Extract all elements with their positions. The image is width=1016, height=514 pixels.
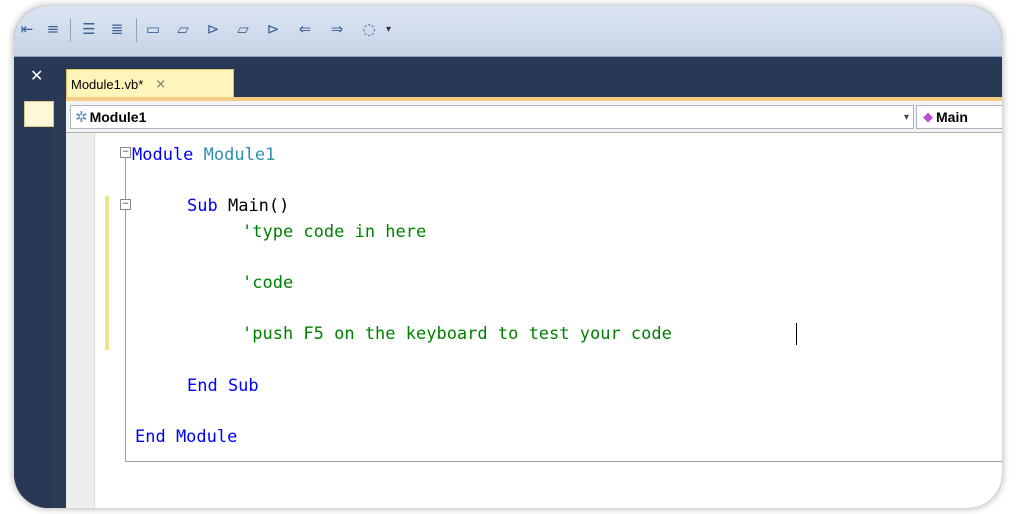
left-panel-tab[interactable]: [24, 101, 54, 127]
outdent-icon[interactable]: ⇤: [16, 18, 38, 40]
type-dropdown-label: Module1: [89, 109, 147, 125]
outline-line: [125, 461, 1002, 462]
code-line-12: End Module: [135, 427, 238, 447]
uncomment-icon[interactable]: ≣: [106, 18, 128, 40]
module-icon: ✲: [75, 108, 88, 126]
comment-icon[interactable]: ☰: [78, 18, 100, 40]
navigation-bar: ✲ Module1 ▾ ◆ Main: [66, 101, 1002, 133]
bubble-arrow-icon[interactable]: ⊳: [202, 18, 224, 40]
collapse-icon[interactable]: −: [120, 147, 131, 158]
keyword: Module: [132, 145, 194, 165]
code-editor[interactable]: − − Module Module1 Sub Main() 'type code…: [66, 133, 1002, 508]
left-panel: [14, 99, 52, 508]
bubble-next-icon[interactable]: ⊳: [262, 18, 284, 40]
change-indicator: [105, 196, 109, 350]
tab-module1[interactable]: Module1.vb* ×: [66, 69, 234, 98]
bubble-prev-icon[interactable]: ▱: [232, 18, 254, 40]
toolbar: ⇤ ≡ ☰ ≣ ▭ ▱ ⊳ ▱ ⊳ ⇐ ⇒ ◌ ▾: [14, 6, 1002, 57]
indicator-margin: [66, 133, 95, 508]
tab-label: Module1.vb*: [71, 76, 144, 92]
code-line-6: 'code: [242, 273, 294, 293]
code-line-4: 'type code in here: [242, 222, 427, 242]
chevron-down-icon[interactable]: ▾: [904, 112, 909, 123]
close-icon[interactable]: ✕: [30, 66, 43, 85]
code-line-8: 'push F5 on the keyboard to test your co…: [242, 324, 672, 344]
method-icon: ◆: [923, 109, 933, 125]
toolbar-separator: [70, 18, 71, 42]
identifier: Main(): [227, 196, 290, 216]
tab-close-icon[interactable]: ×: [155, 77, 166, 92]
text-caret: [796, 323, 797, 345]
bubble-icon[interactable]: ▱: [172, 18, 194, 40]
bookmark-clear-icon[interactable]: ◌: [358, 18, 380, 40]
member-dropdown[interactable]: ◆ Main: [916, 105, 1002, 129]
frame-icon[interactable]: ▭: [142, 18, 164, 40]
member-dropdown-label: Main: [936, 109, 968, 125]
keyword: Sub: [187, 196, 218, 216]
collapse-icon[interactable]: −: [120, 199, 131, 210]
identifier: Module1: [203, 145, 276, 165]
code-line-10: End Sub: [187, 376, 259, 396]
code-line-1: Module Module1: [132, 145, 275, 165]
code-line-3: Sub Main(): [187, 196, 289, 216]
editor-window: ⇤ ≡ ☰ ≣ ▭ ▱ ⊳ ▱ ⊳ ⇐ ⇒ ◌ ▾ ✕ Module1.vb* …: [14, 6, 1002, 508]
indent-icon[interactable]: ≡: [42, 18, 64, 40]
toolbar-overflow-icon[interactable]: ▾: [386, 24, 391, 35]
toolbar-separator: [136, 18, 137, 42]
bookmark-prev-icon[interactable]: ⇐: [294, 18, 316, 40]
bookmark-next-icon[interactable]: ⇒: [326, 18, 348, 40]
type-dropdown[interactable]: ✲ Module1 ▾: [70, 105, 914, 129]
